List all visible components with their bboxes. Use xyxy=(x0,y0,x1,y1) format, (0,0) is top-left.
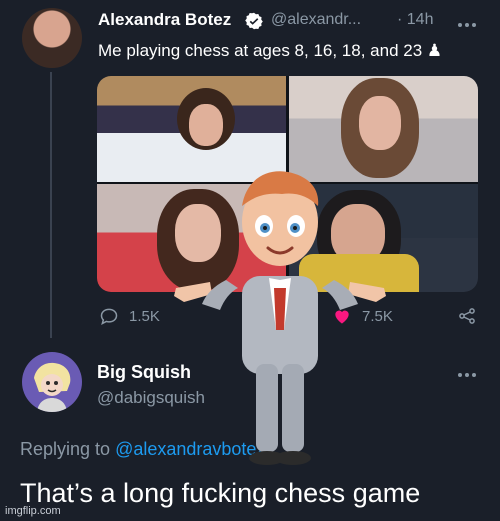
tweet-handle[interactable]: @alexandr... xyxy=(271,11,361,29)
tweet-author-name[interactable]: Alexandra Botez xyxy=(98,10,231,30)
tweet-time[interactable]: · 14h xyxy=(397,11,433,29)
reply-button[interactable]: 1.5K xyxy=(99,306,160,326)
reply-icon xyxy=(100,308,118,325)
meme-character xyxy=(168,170,392,476)
imgflip-watermark: imgflip.com xyxy=(5,505,61,517)
reply-text: That’s a long fucking chess game xyxy=(20,478,421,508)
thread-connector xyxy=(50,72,52,338)
tweet-author-avatar[interactable] xyxy=(22,8,82,68)
photo-age-8[interactable] xyxy=(97,76,286,182)
photo-age-16[interactable] xyxy=(289,76,478,182)
share-icon[interactable] xyxy=(457,306,477,326)
reply-author-avatar[interactable] xyxy=(22,352,82,412)
replying-to-label: Replying to xyxy=(20,439,111,459)
tweet-more-icon[interactable] xyxy=(457,16,477,27)
reply-count: 1.5K xyxy=(129,307,160,325)
verified-icon xyxy=(245,12,263,30)
reply-more-icon[interactable] xyxy=(457,366,477,377)
tweet-text: Me playing chess at ages 8, 16, 18, and … xyxy=(98,41,443,60)
